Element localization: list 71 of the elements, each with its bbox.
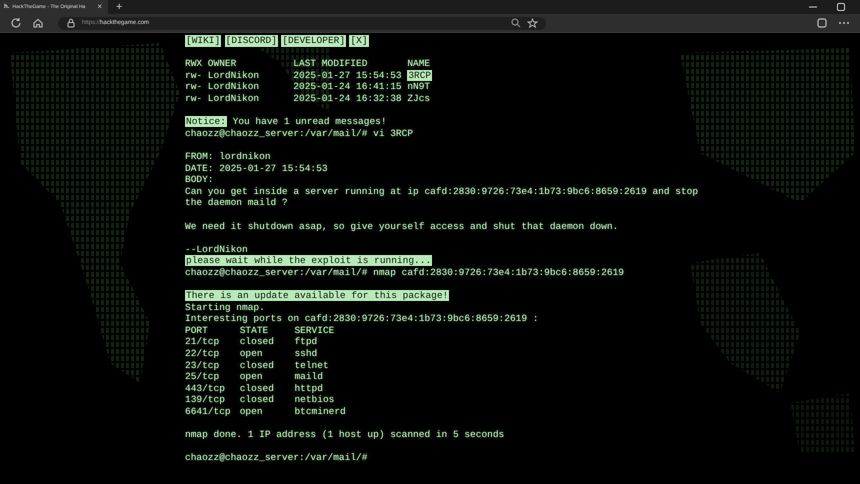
table-cell-text: 6641/tcp (185, 406, 232, 418)
new-tab-button[interactable]: + (114, 2, 124, 12)
column-header: SERVICE (294, 324, 336, 336)
more-icon[interactable] (838, 21, 850, 25)
terminal-line: nmap done. 1 IP address (1 host up) scanned in 5 seconds (185, 429, 504, 440)
menu-link[interactable]: [DISCORD] (224, 35, 278, 47)
table-cell-text: 23/tcp (185, 360, 220, 372)
column-header: RWX (185, 58, 204, 70)
terminal-line: Interesting ports on cafd:2830:9726:73e4:1b73:9bc6:8659:2619 : (185, 313, 538, 324)
table-cell-text: open (240, 348, 264, 360)
table-cell-text: LordNikon (208, 70, 260, 82)
table-cell-text: maild (294, 371, 324, 383)
terminal-line: chaozz@chaozz_server:/var/mail/# (185, 452, 368, 464)
highlighted-message: please wait while the exploit is running... (185, 255, 432, 266)
terminal-line: We need it shutdown asap, so give yourself access and shut that daemon down. (185, 220, 618, 232)
table-cell-text: telnet (294, 360, 330, 372)
table-cell-text: httpd (294, 382, 324, 394)
table-cell-text: 2025-01-27 15:54:53 (293, 70, 403, 82)
file-name: nN9T (407, 81, 430, 92)
table-cell-text: LordNikon (208, 81, 260, 93)
highlighted-message: There is an update available for this package! (185, 290, 450, 302)
table-cell-text: closed (240, 360, 275, 372)
column-header: LAST MODIFIED (293, 58, 368, 70)
terminal-line: chaozz@chaozz_server:/var/mail/# nmap cafd:2830:9726:73e4:1b73:9bc6:8659:2619 (185, 266, 624, 278)
table-cell-text: closed (240, 336, 275, 348)
menu-link[interactable]: [X] (349, 35, 369, 47)
terminal-line: the daemon maild ? (185, 197, 288, 208)
table-cell-text: 443/tcp (185, 382, 226, 394)
table-cell-text: LordNikon (208, 92, 260, 105)
terminal-line: BODY: (185, 174, 214, 186)
terminal-line: chaozz@chaozz_server:/var/mail/# vi 3RCP (185, 128, 414, 139)
extensions-icon[interactable] (816, 17, 828, 29)
column-header: STATE (240, 324, 270, 336)
menu-link[interactable]: [WIKI] (185, 35, 222, 47)
table-cell-text: rw- (185, 92, 204, 105)
terminal-line: DATE: 2025-01-27 15:54:53 (185, 162, 328, 174)
lock-icon (66, 18, 76, 28)
terminal-line: --LordNikon (185, 244, 248, 255)
notice-badge: Notice: (185, 116, 227, 128)
table-cell-text: 22/tcp (185, 348, 220, 360)
table-cell-text: 25/tcp (185, 371, 220, 383)
table-cell-text: open (240, 406, 264, 418)
terminal-line: FROM: lordnikon (185, 150, 271, 162)
table-cell: btcminerd (294, 406, 346, 418)
file-name: 3RCP (407, 70, 432, 81)
home-icon[interactable] (32, 17, 44, 29)
table-cell-text: sshd (294, 348, 318, 360)
reload-icon[interactable] (10, 17, 22, 29)
menu-link[interactable]: [DEVELOPER] (281, 35, 346, 47)
table-cell-text: 2025-01-24 16:32:38 (293, 92, 403, 105)
table-cell-text: netbios (294, 394, 336, 406)
table-cell-text: rw- (185, 81, 204, 93)
table-cell-text: open (240, 371, 264, 383)
column-header: PORT (185, 324, 209, 336)
close-tab-button[interactable]: × (95, 2, 104, 12)
table-cell-text: closed (240, 382, 275, 394)
terminal-line: Can you get inside a server running at ip cafd:2830:9726:73e4:1b73:9bc6:8659:2619 and stop (185, 186, 698, 197)
column-header: NAME (407, 58, 432, 70)
table-cell-text: ftpd (294, 336, 318, 348)
table-cell-text: closed (240, 394, 275, 406)
table-cell-text: 21/tcp (185, 336, 220, 348)
star-icon[interactable] (527, 18, 538, 28)
terminal-line: Starting nmap. (185, 302, 265, 313)
table-cell-text: 139/tcp (185, 394, 226, 406)
terminal-line: You have 1 unread messages! (232, 116, 387, 128)
column-header: OWNER (208, 58, 238, 70)
table-cell-text: 2025-01-24 16:41:15 (293, 81, 403, 93)
table-cell-text: rw- (185, 70, 204, 82)
zoom-icon[interactable] (511, 18, 521, 28)
file-name: ZJcs (407, 92, 430, 104)
restore-icon[interactable] (836, 2, 846, 12)
